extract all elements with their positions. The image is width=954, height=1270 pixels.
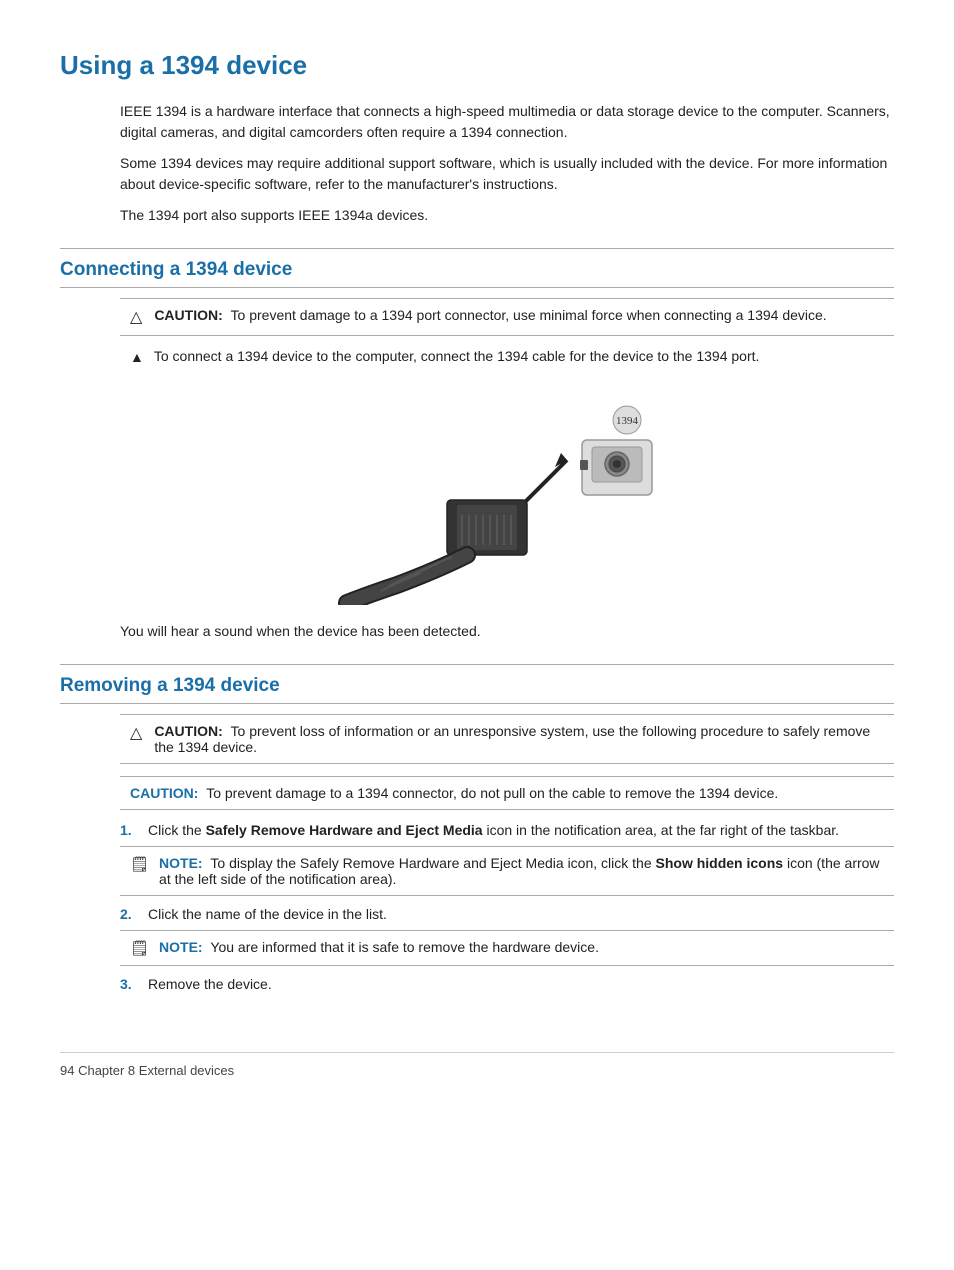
caution2-triangle-icon: △ bbox=[130, 723, 142, 743]
bullet-text-1: To connect a 1394 device to the computer… bbox=[154, 348, 760, 364]
section1-divider bbox=[60, 248, 894, 249]
caution-box-2: △ CAUTION: To prevent loss of informatio… bbox=[120, 714, 894, 764]
step3-num: 3. bbox=[120, 976, 138, 992]
note2-icon: 🗒 bbox=[130, 939, 149, 957]
caution-box-3: CAUTION: To prevent damage to a 1394 con… bbox=[120, 776, 894, 810]
caution2-label-text: CAUTION: bbox=[154, 723, 222, 739]
section1-title: Connecting a 1394 device bbox=[60, 259, 894, 281]
intro-para-2: Some 1394 devices may require additional… bbox=[120, 153, 894, 195]
section2-divider-bottom bbox=[60, 703, 894, 704]
caution1-label-text: CAUTION: bbox=[154, 307, 222, 323]
caution2-label: CAUTION: To prevent loss of information … bbox=[154, 723, 884, 755]
note2-content: NOTE: You are informed that it is safe t… bbox=[159, 939, 599, 955]
section1-divider-bottom bbox=[60, 287, 894, 288]
section2-divider bbox=[60, 664, 894, 665]
section2-content: △ CAUTION: To prevent loss of informatio… bbox=[120, 714, 894, 992]
page-title: Using a 1394 device bbox=[60, 50, 894, 81]
footer-text: 94 Chapter 8 External devices bbox=[60, 1063, 234, 1078]
caution2-text: To prevent loss of information or an unr… bbox=[154, 723, 870, 755]
caution1-label: CAUTION: To prevent damage to a 1394 por… bbox=[154, 307, 826, 323]
connector-image-container: 1394 bbox=[120, 385, 894, 605]
caution-box-1: △ CAUTION: To prevent damage to a 1394 p… bbox=[120, 298, 894, 336]
step-1: 1. Click the Safely Remove Hardware and … bbox=[120, 822, 894, 838]
connector-illustration: 1394 bbox=[337, 385, 677, 605]
footer: 94 Chapter 8 External devices bbox=[60, 1052, 894, 1078]
intro-para-1: IEEE 1394 is a hardware interface that c… bbox=[120, 101, 894, 143]
step-2: 2. Click the name of the device in the l… bbox=[120, 906, 894, 922]
note-box-1: 🗒 NOTE: To display the Safely Remove Har… bbox=[120, 846, 894, 896]
step1-num: 1. bbox=[120, 822, 138, 838]
step1-after: icon in the notification area, at the fa… bbox=[483, 822, 839, 838]
note1-before: To display the Safely Remove Hardware an… bbox=[210, 855, 655, 871]
bullet-item-1: ▲ To connect a 1394 device to the comput… bbox=[130, 348, 894, 365]
note2-label: NOTE: bbox=[159, 939, 203, 955]
step1-text: Click the Safely Remove Hardware and Eje… bbox=[148, 822, 839, 838]
caution1-text: To prevent damage to a 1394 port connect… bbox=[231, 307, 827, 323]
note1-icon: 🗒 bbox=[130, 855, 149, 873]
step2-num: 2. bbox=[120, 906, 138, 922]
section1-content: △ CAUTION: To prevent damage to a 1394 p… bbox=[120, 298, 894, 642]
step3-text: Remove the device. bbox=[148, 976, 272, 992]
bullet-triangle-icon: ▲ bbox=[130, 349, 144, 365]
caution3-label-text: CAUTION: bbox=[130, 785, 198, 801]
caution-triangle-icon: △ bbox=[130, 307, 142, 327]
step-3: 3. Remove the device. bbox=[120, 976, 894, 992]
step2-text: Click the name of the device in the list… bbox=[148, 906, 387, 922]
intro-block: IEEE 1394 is a hardware interface that c… bbox=[120, 101, 894, 226]
svg-text:1394: 1394 bbox=[616, 415, 639, 427]
note1-content: NOTE: To display the Safely Remove Hardw… bbox=[159, 855, 884, 887]
section1-header: Connecting a 1394 device bbox=[60, 248, 894, 288]
note-box-2: 🗒 NOTE: You are informed that it is safe… bbox=[120, 930, 894, 966]
section2-title: Removing a 1394 device bbox=[60, 675, 894, 697]
caution3-text: To prevent damage to a 1394 connector, d… bbox=[206, 785, 778, 801]
section2-header: Removing a 1394 device bbox=[60, 664, 894, 704]
note1-label: NOTE: bbox=[159, 855, 203, 871]
note2-text: You are informed that it is safe to remo… bbox=[210, 939, 599, 955]
note1-bold: Show hidden icons bbox=[656, 855, 784, 871]
caution3-label: CAUTION: To prevent damage to a 1394 con… bbox=[130, 785, 778, 801]
step1-bold: Safely Remove Hardware and Eject Media bbox=[206, 822, 483, 838]
intro-para-3: The 1394 port also supports IEEE 1394a d… bbox=[120, 205, 894, 226]
sound-note: You will hear a sound when the device ha… bbox=[120, 621, 894, 642]
